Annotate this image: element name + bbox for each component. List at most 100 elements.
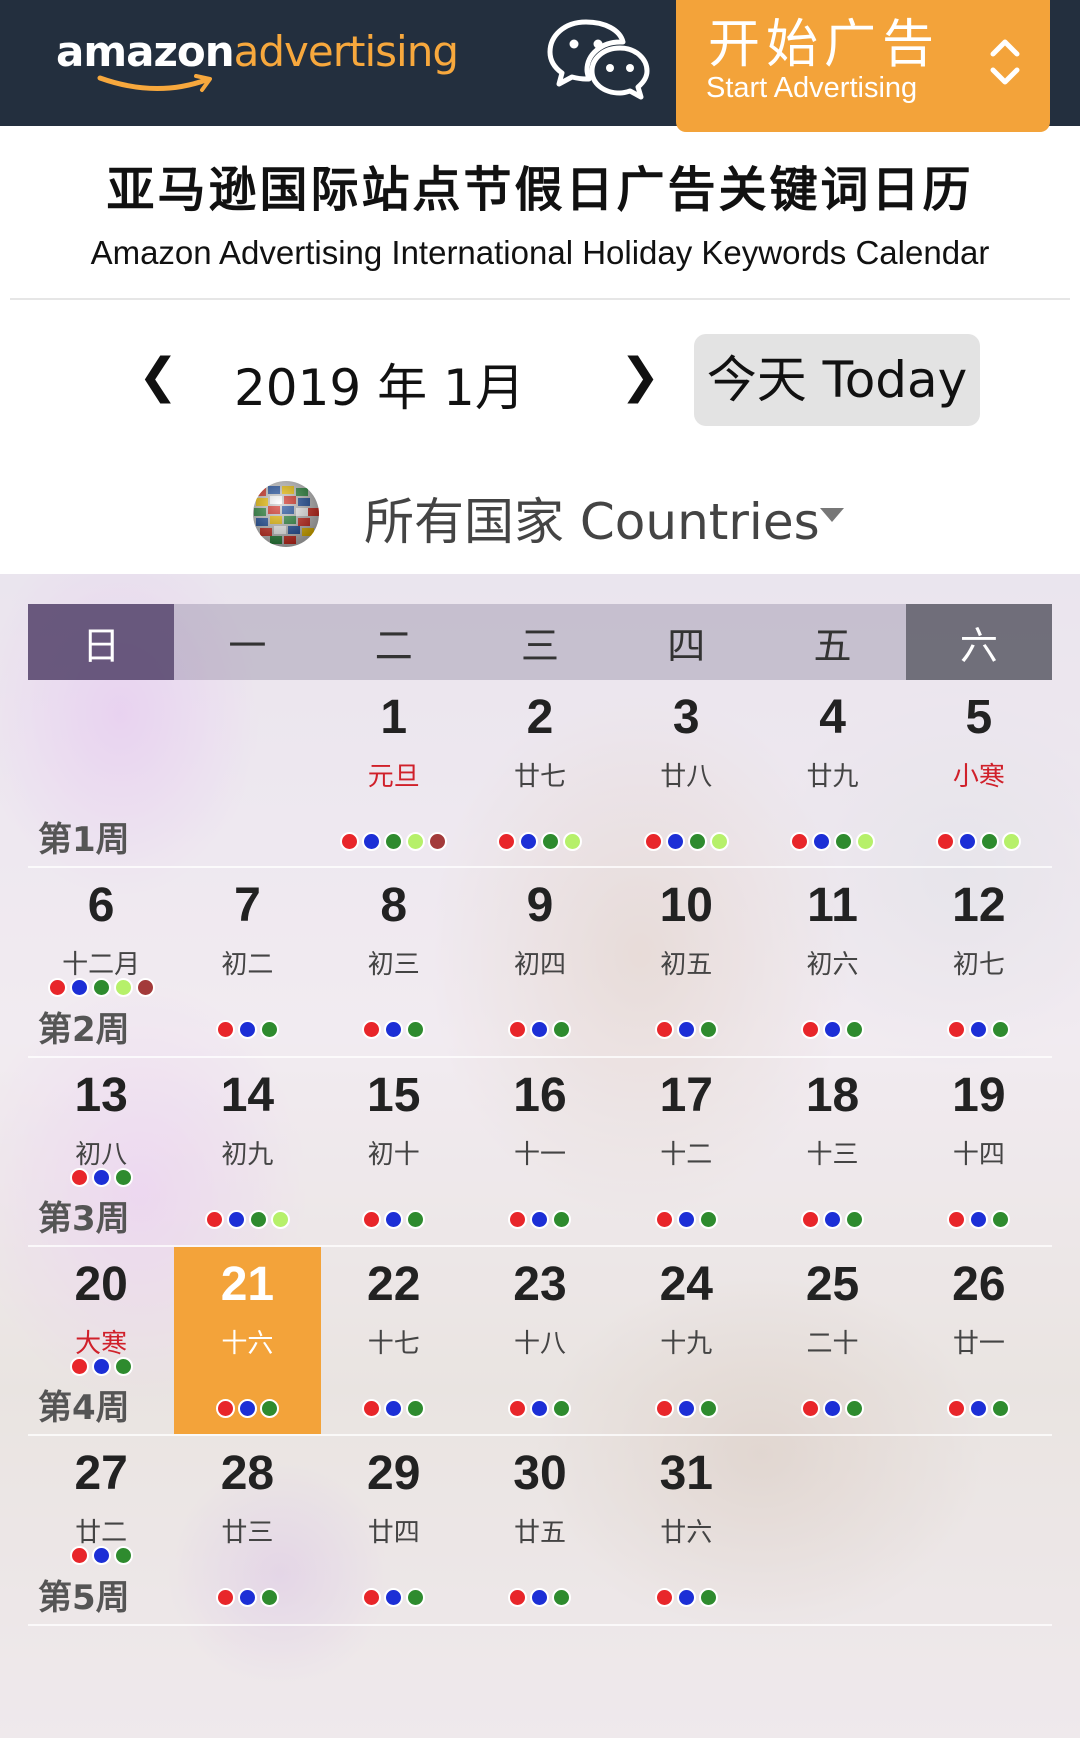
day-cell[interactable]: 5 小寒	[906, 680, 1052, 866]
lunar-date: 初五	[660, 950, 713, 980]
green-marker-dot	[552, 1020, 572, 1039]
day-cell[interactable]: 2 廿七	[467, 680, 613, 866]
blue-marker-dot	[69, 978, 89, 997]
prev-month-button[interactable]: ❮	[138, 348, 178, 404]
day-cell[interactable]: 23 十八	[467, 1247, 613, 1434]
lunar-date: 大寒	[75, 1329, 128, 1359]
caret-down-icon[interactable]	[820, 508, 844, 522]
blue-marker-dot	[530, 1399, 550, 1418]
week-row: 27 廿二 28 廿三 29 廿四 30 廿五 31 廿六 第5周	[28, 1436, 1052, 1626]
holiday-keyword-dots	[28, 1546, 174, 1565]
blue-marker-dot	[969, 1210, 989, 1229]
day-cell[interactable]: 19 十四	[906, 1058, 1052, 1245]
day-cell[interactable]: 10 初五	[613, 868, 759, 1056]
lunar-date: 廿一	[952, 1329, 1005, 1359]
green-marker-dot	[406, 1210, 426, 1229]
logo-sub-text: advertising	[233, 27, 459, 76]
today-button[interactable]: 今天 Today	[694, 334, 980, 426]
green-marker-dot	[113, 1546, 133, 1565]
blue-marker-dot	[519, 832, 539, 851]
day-number: 18	[805, 1069, 860, 1122]
day-number: 12	[952, 879, 1006, 932]
day-cell[interactable]: 4 廿九	[759, 680, 905, 866]
red-marker-dot	[340, 832, 360, 851]
day-cell[interactable]: 7 初二	[174, 868, 320, 1056]
lunar-date: 初六	[806, 950, 859, 980]
day-cell[interactable]: 16 十一	[467, 1058, 613, 1245]
blue-marker-dot	[676, 1588, 696, 1607]
blue-marker-dot	[823, 1020, 843, 1039]
lunar-date: 廿四	[367, 1518, 420, 1548]
green-marker-dot	[698, 1588, 718, 1607]
empty-day-cell	[174, 680, 320, 866]
blue-marker-dot	[530, 1588, 550, 1607]
red-marker-dot	[654, 1020, 674, 1039]
red-marker-dot	[215, 1399, 235, 1418]
day-number: 6	[87, 879, 115, 932]
day-cell[interactable]: 18 十三	[759, 1058, 905, 1245]
day-cell-today[interactable]: 21 十六	[174, 1247, 321, 1434]
lunar-date: 廿七	[513, 762, 566, 792]
next-month-button[interactable]: ❯	[620, 348, 660, 404]
day-cell[interactable]: 3 廿八	[613, 680, 759, 866]
lunar-date: 初八	[75, 1140, 128, 1170]
blue-marker-dot	[665, 832, 685, 851]
weekday-label: 二	[374, 623, 413, 668]
blue-marker-dot	[362, 832, 382, 851]
lunar-date: 十六	[221, 1329, 274, 1359]
green-marker-dot	[384, 832, 404, 851]
day-number: 16	[513, 1069, 567, 1122]
day-cell[interactable]: 25 二十	[759, 1247, 905, 1434]
red-marker-dot	[508, 1020, 528, 1039]
green-marker-dot	[698, 1399, 718, 1418]
red-marker-dot	[508, 1210, 528, 1229]
green-marker-dot	[113, 1168, 133, 1187]
day-number: 20	[74, 1258, 128, 1311]
day-cell[interactable]: 9 初四	[467, 868, 613, 1056]
day-cell[interactable]: 31 廿六	[613, 1436, 759, 1624]
day-cell[interactable]: 17 十二	[613, 1058, 759, 1245]
blue-marker-dot	[384, 1210, 404, 1229]
lime-marker-dot	[113, 978, 133, 997]
day-cell[interactable]: 30 廿五	[467, 1436, 613, 1624]
amazon-advertising-logo[interactable]: amazonadvertising	[56, 24, 459, 94]
day-cell[interactable]: 15 初十	[321, 1058, 467, 1245]
country-selector[interactable]: 所有国家 Countries	[364, 482, 820, 554]
blue-marker-dot	[969, 1020, 989, 1039]
blue-marker-dot	[676, 1399, 696, 1418]
day-cell[interactable]: 8 初三	[321, 868, 467, 1056]
holiday-keyword-dots	[321, 1399, 467, 1418]
day-cell[interactable]: 12 初七	[906, 868, 1052, 1056]
day-cell[interactable]: 24 十九	[613, 1247, 759, 1434]
holiday-keyword-dots	[174, 1399, 320, 1418]
day-number: 21	[220, 1258, 275, 1311]
globe-flags-icon[interactable]	[252, 480, 320, 548]
day-cell[interactable]: 26 廿一	[906, 1247, 1052, 1434]
lime-marker-dot	[709, 832, 729, 851]
holiday-keyword-dots	[759, 1399, 905, 1418]
holiday-keyword-dots	[174, 1020, 320, 1039]
holiday-keyword-dots	[759, 1210, 905, 1229]
day-cell[interactable]: 11 初六	[759, 868, 905, 1056]
lunar-date: 廿八	[660, 762, 713, 792]
weekday-label: 五	[813, 623, 852, 668]
day-cell[interactable]: 29 廿四	[321, 1436, 467, 1624]
blue-marker-dot	[237, 1399, 257, 1418]
day-number: 31	[659, 1447, 713, 1500]
day-number: 17	[659, 1069, 713, 1122]
holiday-keyword-dots	[613, 1020, 759, 1039]
green-marker-dot	[845, 1020, 865, 1039]
start-advertising-button[interactable]: 开始广告 Start Advertising	[676, 0, 1050, 132]
lunar-date: 十七	[367, 1329, 420, 1359]
wechat-icon[interactable]	[546, 16, 650, 100]
day-cell[interactable]: 14 初九	[174, 1058, 320, 1245]
day-cell[interactable]: 22 十七	[321, 1247, 467, 1434]
day-cell[interactable]: 1 元旦	[321, 680, 467, 866]
day-number: 4	[819, 691, 846, 744]
day-number: 10	[659, 879, 713, 932]
day-cell[interactable]: 28 廿三	[174, 1436, 320, 1624]
lime-marker-dot	[1002, 832, 1022, 851]
cta-cn-label: 开始广告	[708, 15, 941, 75]
red-marker-dot	[47, 978, 67, 997]
lunar-date: 十三	[806, 1140, 859, 1170]
